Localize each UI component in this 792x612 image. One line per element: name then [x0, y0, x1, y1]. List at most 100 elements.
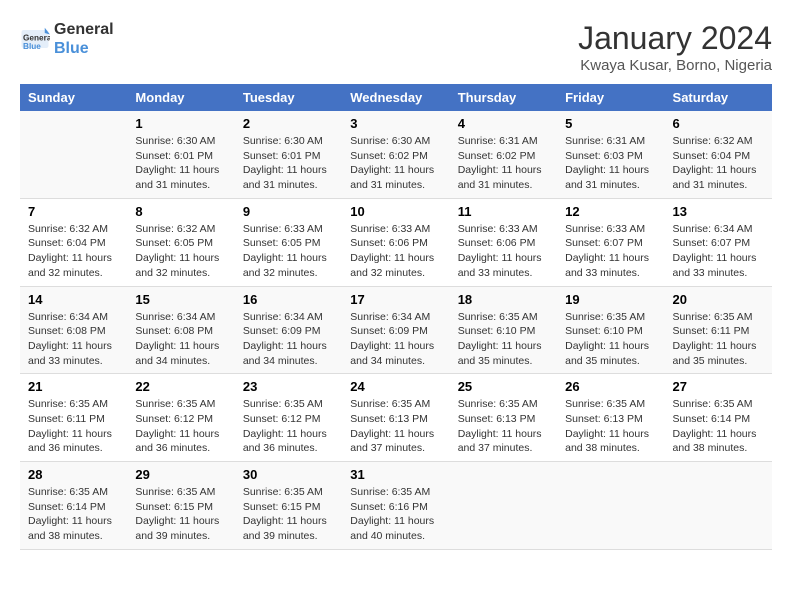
calendar-cell: 21 Sunrise: 6:35 AM Sunset: 6:11 PM Dayli… [20, 374, 127, 462]
day-info: Sunrise: 6:35 AM Sunset: 6:13 PM Dayligh… [565, 397, 656, 456]
weekday-header-saturday: Saturday [665, 84, 772, 111]
day-info: Sunrise: 6:30 AM Sunset: 6:02 PM Dayligh… [350, 134, 441, 193]
day-info: Sunrise: 6:35 AM Sunset: 6:14 PM Dayligh… [673, 397, 764, 456]
day-number: 20 [673, 292, 764, 307]
day-number: 6 [673, 116, 764, 131]
day-info: Sunrise: 6:35 AM Sunset: 6:15 PM Dayligh… [135, 485, 226, 544]
day-info: Sunrise: 6:30 AM Sunset: 6:01 PM Dayligh… [243, 134, 334, 193]
day-info: Sunrise: 6:32 AM Sunset: 6:04 PM Dayligh… [673, 134, 764, 193]
calendar-cell: 5Sunrise: 6:31 AM Sunset: 6:03 PM Daylig… [557, 111, 664, 198]
day-info: Sunrise: 6:35 AM Sunset: 6:12 PM Dayligh… [135, 397, 226, 456]
calendar-cell: 7Sunrise: 6:32 AM Sunset: 6:04 PM Daylig… [20, 198, 127, 286]
day-info: Sunrise: 6:35 AM Sunset: 6:16 PM Dayligh… [350, 485, 441, 544]
calendar-week-row: 21 Sunrise: 6:35 AM Sunset: 6:11 PM Dayli… [20, 374, 772, 462]
day-info: Sunrise: 6:33 AM Sunset: 6:05 PM Dayligh… [243, 222, 334, 281]
weekday-header-monday: Monday [127, 84, 234, 111]
day-number: 29 [135, 467, 226, 482]
day-info: Sunrise: 6:35 AM Sunset: 6:12 PM Dayligh… [243, 397, 334, 456]
day-info: Sunrise: 6:35 AM Sunset: 6:13 PM Dayligh… [350, 397, 441, 456]
day-info: Sunrise: 6:35 AM Sunset: 6:15 PM Dayligh… [243, 485, 334, 544]
page-header: General Blue General Blue January 2024 K… [20, 20, 772, 74]
day-number: 4 [458, 116, 549, 131]
day-number: 15 [135, 292, 226, 307]
day-info: Sunrise: 6:33 AM Sunset: 6:07 PM Dayligh… [565, 222, 656, 281]
logo-icon: General Blue [20, 24, 50, 54]
day-number: 11 [458, 204, 549, 219]
day-info: Sunrise: 6:33 AM Sunset: 6:06 PM Dayligh… [458, 222, 549, 281]
day-info: Sunrise: 6:34 AM Sunset: 6:07 PM Dayligh… [673, 222, 764, 281]
day-info: Sunrise: 6:35 AM Sunset: 6:10 PM Dayligh… [458, 310, 549, 369]
day-number: 2 [243, 116, 334, 131]
calendar-cell: 31Sunrise: 6:35 AM Sunset: 6:16 PM Dayli… [342, 462, 449, 550]
calendar-week-row: 7Sunrise: 6:32 AM Sunset: 6:04 PM Daylig… [20, 198, 772, 286]
calendar-cell: 29 Sunrise: 6:35 AM Sunset: 6:15 PM Dayli… [127, 462, 234, 550]
day-number: 21 [28, 379, 119, 394]
day-info: Sunrise: 6:34 AM Sunset: 6:09 PM Dayligh… [243, 310, 334, 369]
calendar-cell: 24 Sunrise: 6:35 AM Sunset: 6:13 PM Dayli… [342, 374, 449, 462]
day-number: 8 [135, 204, 226, 219]
day-number: 30 [243, 467, 334, 482]
logo-general: General [54, 20, 114, 39]
day-number: 28 [28, 467, 119, 482]
day-number: 10 [350, 204, 441, 219]
calendar-cell: 28 Sunrise: 6:35 AM Sunset: 6:14 PM Dayli… [20, 462, 127, 550]
day-info: Sunrise: 6:33 AM Sunset: 6:06 PM Dayligh… [350, 222, 441, 281]
calendar-cell: 26 Sunrise: 6:35 AM Sunset: 6:13 PM Dayli… [557, 374, 664, 462]
location: Kwaya Kusar, Borno, Nigeria [578, 57, 772, 74]
day-number: 16 [243, 292, 334, 307]
day-number: 22 [135, 379, 226, 394]
day-info: Sunrise: 6:35 AM Sunset: 6:10 PM Dayligh… [565, 310, 656, 369]
day-number: 9 [243, 204, 334, 219]
weekday-header-thursday: Thursday [450, 84, 557, 111]
calendar-week-row: 1 Sunrise: 6:30 AM Sunset: 6:01 PM Daylig… [20, 111, 772, 198]
logo-blue: Blue [54, 39, 114, 58]
calendar-cell: 30 Sunrise: 6:35 AM Sunset: 6:15 PM Dayli… [235, 462, 342, 550]
calendar-cell: 1 Sunrise: 6:30 AM Sunset: 6:01 PM Daylig… [127, 111, 234, 198]
day-number: 25 [458, 379, 549, 394]
calendar-week-row: 14Sunrise: 6:34 AM Sunset: 6:08 PM Dayli… [20, 286, 772, 374]
day-number: 26 [565, 379, 656, 394]
calendar-cell: 2 Sunrise: 6:30 AM Sunset: 6:01 PM Daylig… [235, 111, 342, 198]
day-number: 27 [673, 379, 764, 394]
day-info: Sunrise: 6:30 AM Sunset: 6:01 PM Dayligh… [135, 134, 226, 193]
calendar-cell: 9 Sunrise: 6:33 AM Sunset: 6:05 PM Daylig… [235, 198, 342, 286]
calendar-cell: 14Sunrise: 6:34 AM Sunset: 6:08 PM Dayli… [20, 286, 127, 374]
calendar-cell: 12 Sunrise: 6:33 AM Sunset: 6:07 PM Dayli… [557, 198, 664, 286]
calendar-cell: 20Sunrise: 6:35 AM Sunset: 6:11 PM Dayli… [665, 286, 772, 374]
calendar-cell: 17 Sunrise: 6:34 AM Sunset: 6:09 PM Dayli… [342, 286, 449, 374]
calendar-cell [665, 462, 772, 550]
calendar-cell: 16 Sunrise: 6:34 AM Sunset: 6:09 PM Dayli… [235, 286, 342, 374]
day-info: Sunrise: 6:31 AM Sunset: 6:02 PM Dayligh… [458, 134, 549, 193]
calendar-cell: 23Sunrise: 6:35 AM Sunset: 6:12 PM Dayli… [235, 374, 342, 462]
calendar-cell: 8 Sunrise: 6:32 AM Sunset: 6:05 PM Daylig… [127, 198, 234, 286]
day-number: 13 [673, 204, 764, 219]
day-info: Sunrise: 6:34 AM Sunset: 6:09 PM Dayligh… [350, 310, 441, 369]
calendar-cell: 6 Sunrise: 6:32 AM Sunset: 6:04 PM Daylig… [665, 111, 772, 198]
day-info: Sunrise: 6:32 AM Sunset: 6:04 PM Dayligh… [28, 222, 119, 281]
day-number: 1 [135, 116, 226, 131]
calendar-cell: 22 Sunrise: 6:35 AM Sunset: 6:12 PM Dayli… [127, 374, 234, 462]
calendar-cell: 18Sunrise: 6:35 AM Sunset: 6:10 PM Dayli… [450, 286, 557, 374]
weekday-header-tuesday: Tuesday [235, 84, 342, 111]
day-number: 5 [565, 116, 656, 131]
day-number: 19 [565, 292, 656, 307]
day-info: Sunrise: 6:35 AM Sunset: 6:14 PM Dayligh… [28, 485, 119, 544]
day-info: Sunrise: 6:34 AM Sunset: 6:08 PM Dayligh… [135, 310, 226, 369]
day-number: 3 [350, 116, 441, 131]
day-number: 24 [350, 379, 441, 394]
weekday-header-wednesday: Wednesday [342, 84, 449, 111]
calendar-cell [450, 462, 557, 550]
svg-text:Blue: Blue [23, 42, 41, 51]
day-number: 17 [350, 292, 441, 307]
calendar-week-row: 28 Sunrise: 6:35 AM Sunset: 6:14 PM Dayli… [20, 462, 772, 550]
calendar-cell: 13 Sunrise: 6:34 AM Sunset: 6:07 PM Dayli… [665, 198, 772, 286]
calendar-cell: 27 Sunrise: 6:35 AM Sunset: 6:14 PM Dayli… [665, 374, 772, 462]
day-number: 12 [565, 204, 656, 219]
calendar-cell: 11 Sunrise: 6:33 AM Sunset: 6:06 PM Dayli… [450, 198, 557, 286]
day-info: Sunrise: 6:35 AM Sunset: 6:11 PM Dayligh… [28, 397, 119, 456]
calendar-cell: 15 Sunrise: 6:34 AM Sunset: 6:08 PM Dayli… [127, 286, 234, 374]
title-block: January 2024 Kwaya Kusar, Borno, Nigeria [578, 20, 772, 74]
day-info: Sunrise: 6:32 AM Sunset: 6:05 PM Dayligh… [135, 222, 226, 281]
calendar-table: SundayMondayTuesdayWednesdayThursdayFrid… [20, 84, 772, 550]
calendar-cell: 19 Sunrise: 6:35 AM Sunset: 6:10 PM Dayli… [557, 286, 664, 374]
